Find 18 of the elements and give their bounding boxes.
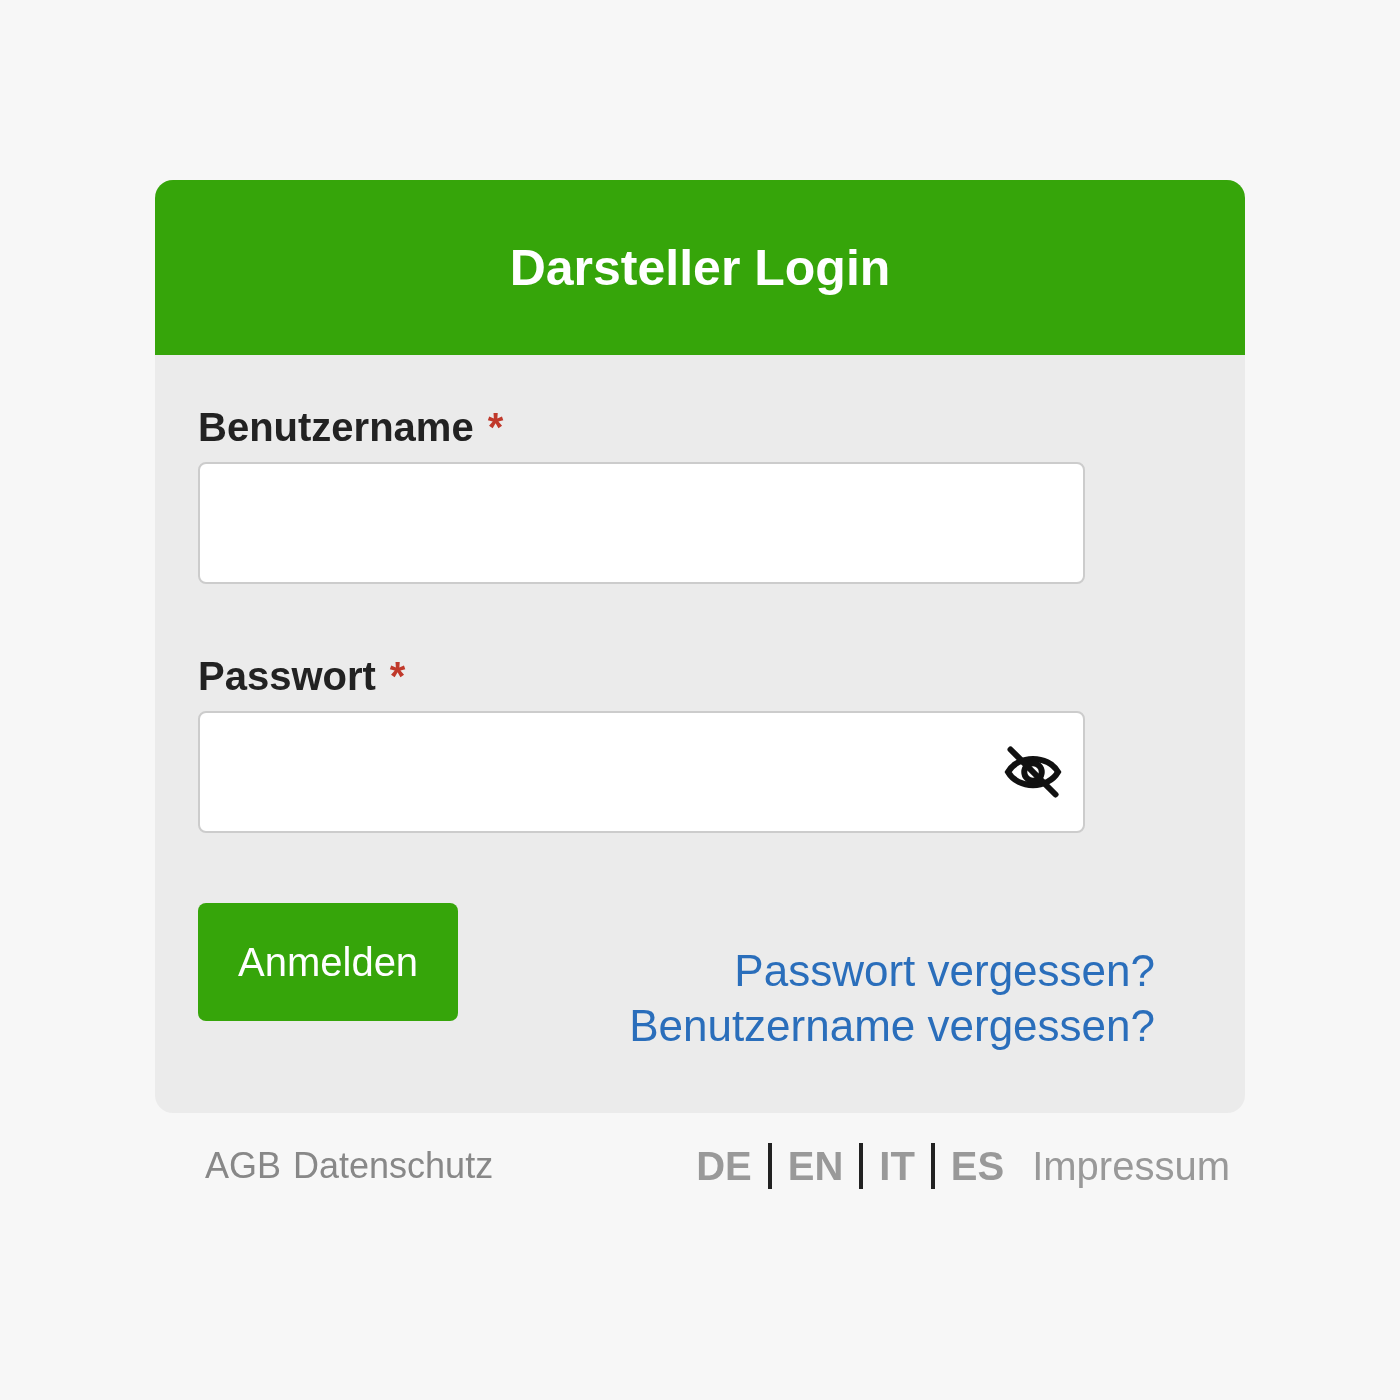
password-field[interactable] xyxy=(198,711,1085,833)
footer-link[interactable]: Datenschutz xyxy=(293,1145,494,1187)
link[interactable]: Passwort vergessen? xyxy=(734,943,1155,998)
footer-link[interactable]: AGB xyxy=(205,1145,282,1187)
language-link[interactable]: IT xyxy=(879,1143,915,1189)
link[interactable]: Benutzername vergessen? xyxy=(629,998,1155,1053)
language-link[interactable]: EN xyxy=(787,1143,844,1189)
field-label: Benutzername xyxy=(198,405,474,450)
field-label: Passwort xyxy=(198,654,376,699)
language-link[interactable]: DE xyxy=(696,1143,752,1189)
footer-link[interactable]: Impressum xyxy=(1032,1143,1230,1189)
language-link[interactable]: ES xyxy=(950,1143,1005,1189)
required-mark: * xyxy=(389,654,406,699)
required-mark: * xyxy=(487,405,504,450)
input-field[interactable] xyxy=(198,462,1085,584)
login-button[interactable]: Anmelden xyxy=(198,903,459,1021)
card-title: Darsteller Login xyxy=(509,238,891,297)
eye-slash-icon[interactable] xyxy=(1003,746,1063,798)
